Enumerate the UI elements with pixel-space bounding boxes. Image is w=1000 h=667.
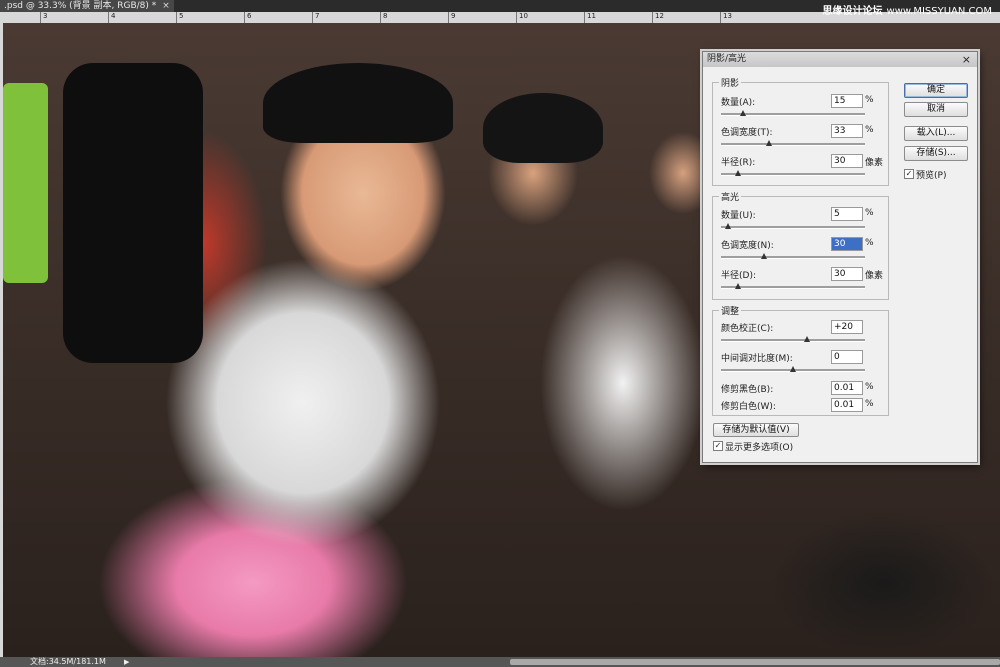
close-icon[interactable]: × <box>958 52 971 67</box>
ruler-tick: 11 <box>584 12 596 23</box>
ruler-tick: 4 <box>108 12 115 23</box>
shadows-group-label: 阴影 <box>719 76 742 89</box>
color-correction-label: 颜色校正(C): <box>721 324 774 334</box>
shadow-amount-row: 数量(A): 15 % <box>721 94 891 124</box>
midtone-contrast-thumb[interactable] <box>790 366 796 372</box>
clip-white-input[interactable]: 0.01 <box>831 398 863 412</box>
color-correction-row: 颜色校正(C): +20 <box>721 320 891 350</box>
shadow-radius-slider[interactable] <box>721 173 865 176</box>
ruler-tick: 9 <box>448 12 455 23</box>
watermark-brand: 思缘设计论坛 <box>822 6 883 17</box>
horizontal-scrollbar[interactable] <box>510 659 1000 665</box>
highlight-radius-slider[interactable] <box>721 286 865 289</box>
highlight-tonal-unit: % <box>865 238 874 248</box>
ok-button[interactable]: 确定 <box>904 83 968 98</box>
highlights-group-label: 高光 <box>719 190 742 203</box>
status-bar: 文档:34.5M/181.1M ▶ <box>0 657 1000 667</box>
watermark: 思缘设计论坛 www.MISSYUAN.COM <box>823 2 992 17</box>
save-as-default-button[interactable]: 存储为默认值(V) <box>713 423 799 437</box>
more-options-checkbox[interactable]: ✓ <box>713 441 723 451</box>
clip-white-unit: % <box>865 399 874 409</box>
document-tab[interactable]: .psd @ 33.3% (背景 副本, RGB/8) * × <box>0 0 174 12</box>
photo-region-green-shirt <box>3 83 48 283</box>
document-tab-title: .psd @ 33.3% (背景 副本, RGB/8) * <box>4 1 157 11</box>
color-correction-slider[interactable] <box>721 339 865 342</box>
status-menu-arrow-icon[interactable]: ▶ <box>124 657 129 667</box>
highlight-amount-thumb[interactable] <box>725 223 731 229</box>
more-options-label: 显示更多选项(O) <box>725 443 794 453</box>
highlight-radius-label: 半径(D): <box>721 271 756 281</box>
ruler-tick: 6 <box>244 12 251 23</box>
preview-checkbox[interactable]: ✓ <box>904 169 914 179</box>
ruler-tick: 13 <box>720 12 732 23</box>
shadow-amount-unit: % <box>865 95 874 105</box>
photo-region-groom-hair <box>263 63 453 143</box>
highlight-amount-input[interactable]: 5 <box>831 207 863 221</box>
shadow-tonal-thumb[interactable] <box>766 140 772 146</box>
highlight-tonal-row: 色调宽度(N): 30 % <box>721 237 891 267</box>
shadow-radius-row: 半径(R): 30 像素 <box>721 154 891 184</box>
shadow-amount-input[interactable]: 15 <box>831 94 863 108</box>
midtone-contrast-input[interactable]: 0 <box>831 350 863 364</box>
highlight-amount-slider[interactable] <box>721 226 865 229</box>
highlight-radius-unit: 像素 <box>865 271 884 281</box>
midtone-contrast-row: 中间调对比度(M): 0 <box>721 350 891 380</box>
highlight-tonal-input[interactable]: 30 <box>831 237 863 251</box>
ruler-tick: 10 <box>516 12 528 23</box>
clip-black-unit: % <box>865 382 874 392</box>
photo-region-suit <box>63 63 203 363</box>
shadows-highlights-dialog: 阴影/高光 × 阴影 数量(A): 15 % 色调宽度(T): 33 % 半径(… <box>702 51 978 463</box>
midtone-contrast-label: 中间调对比度(M): <box>721 354 793 364</box>
ruler-tick: 8 <box>380 12 387 23</box>
photo-region-guest-hair <box>483 93 603 163</box>
shadow-tonal-row: 色调宽度(T): 33 % <box>721 124 891 154</box>
clip-black-label: 修剪黑色(B): <box>721 385 774 395</box>
highlight-radius-thumb[interactable] <box>735 283 741 289</box>
shadow-amount-thumb[interactable] <box>740 110 746 116</box>
shadow-radius-input[interactable]: 30 <box>831 154 863 168</box>
shadow-tonal-input[interactable]: 33 <box>831 124 863 138</box>
highlight-amount-unit: % <box>865 208 874 218</box>
ruler-tick: 5 <box>176 12 183 23</box>
dialog-title-bar[interactable]: 阴影/高光 × <box>703 52 977 67</box>
save-button[interactable]: 存储(S)... <box>904 146 968 161</box>
ruler-tick: 7 <box>312 12 319 23</box>
shadow-tonal-label: 色调宽度(T): <box>721 128 773 138</box>
color-correction-thumb[interactable] <box>804 336 810 342</box>
preview-label: 预览(P) <box>916 171 947 181</box>
cancel-button[interactable]: 取消 <box>904 102 968 117</box>
shadow-radius-label: 半径(R): <box>721 158 756 168</box>
clip-black-input[interactable]: 0.01 <box>831 381 863 395</box>
shadow-radius-unit: 像素 <box>865 158 884 168</box>
shadow-radius-thumb[interactable] <box>735 170 741 176</box>
highlight-amount-row: 数量(U): 5 % <box>721 207 891 237</box>
shadow-amount-label: 数量(A): <box>721 98 756 108</box>
shadow-tonal-unit: % <box>865 125 874 135</box>
ruler-tick: 3 <box>40 12 47 23</box>
doc-size-info: 文档:34.5M/181.1M <box>30 657 106 666</box>
highlight-tonal-slider[interactable] <box>721 256 865 259</box>
highlight-radius-row: 半径(D): 30 像素 <box>721 267 891 297</box>
highlight-radius-input[interactable]: 30 <box>831 267 863 281</box>
highlight-tonal-thumb[interactable] <box>761 253 767 259</box>
shadow-tonal-slider[interactable] <box>721 143 865 146</box>
watermark-url: www.MISSYUAN.COM <box>886 6 992 17</box>
ruler-tick: 12 <box>652 12 664 23</box>
clip-white-label: 修剪白色(W): <box>721 402 776 412</box>
highlight-amount-label: 数量(U): <box>721 211 756 221</box>
highlight-tonal-label: 色调宽度(N): <box>721 241 774 251</box>
adjustments-group-label: 调整 <box>719 304 742 317</box>
color-correction-input[interactable]: +20 <box>831 320 863 334</box>
load-button[interactable]: 载入(L)... <box>904 126 968 141</box>
dialog-title: 阴影/高光 <box>707 54 747 64</box>
tab-close-icon[interactable]: × <box>162 1 170 11</box>
